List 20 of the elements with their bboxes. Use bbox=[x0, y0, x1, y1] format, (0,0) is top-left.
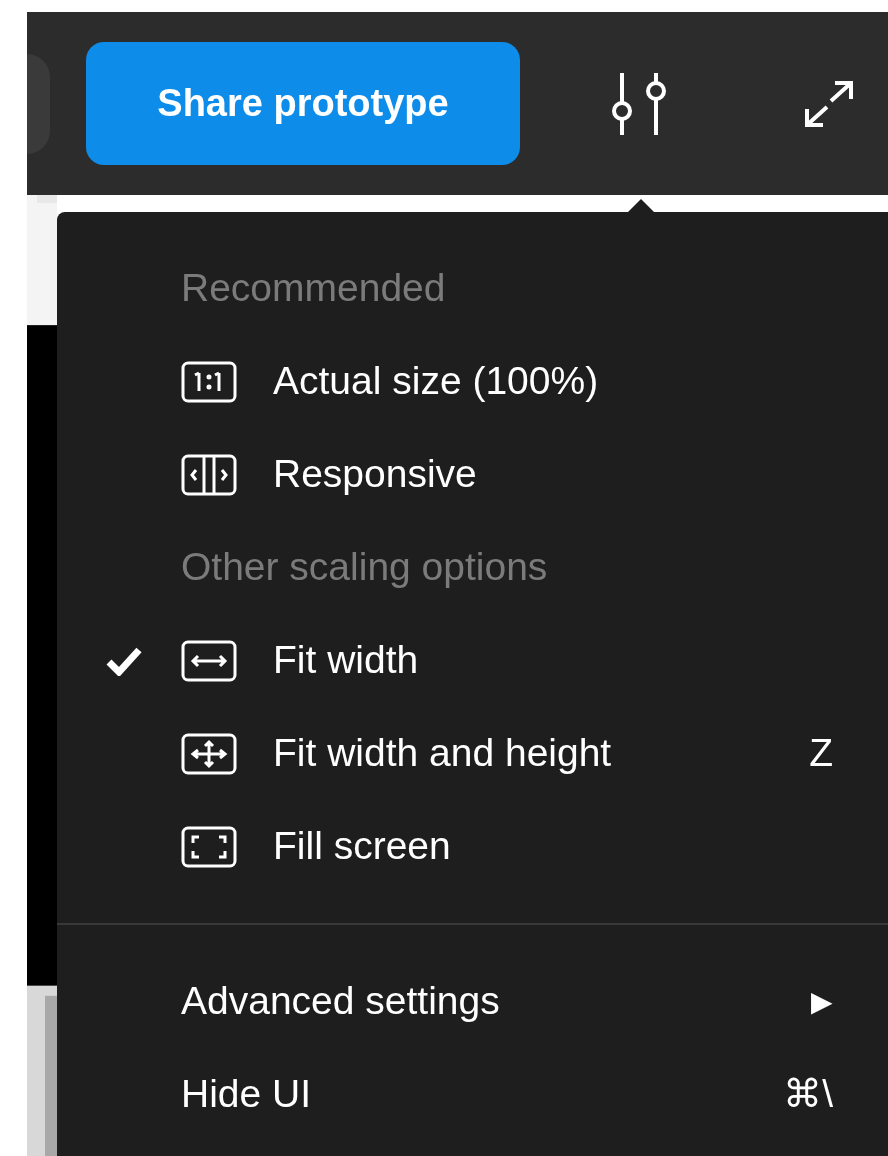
menu-item[interactable]: Actual size (100%) bbox=[273, 352, 599, 411]
horizontal-arrows-icon bbox=[181, 639, 237, 682]
menu-item[interactable]: Hide UI bbox=[181, 1065, 312, 1124]
expand-icon[interactable] bbox=[805, 80, 853, 127]
submenu-arrow: ▶ bbox=[811, 984, 833, 1019]
menu-item[interactable]: Fit width and height bbox=[273, 724, 612, 783]
shortcut-key: ⌘\ bbox=[783, 1065, 833, 1124]
shortcut-key: Z bbox=[809, 724, 833, 783]
section-heading: Other scaling options bbox=[181, 544, 548, 591]
corner-brackets-icon bbox=[181, 825, 237, 868]
one-to-one-icon bbox=[181, 360, 237, 403]
section-heading: Recommended bbox=[181, 265, 446, 312]
menu-item[interactable]: Fill screen bbox=[273, 817, 451, 876]
share-prototype-button[interactable]: Share prototype bbox=[86, 42, 520, 165]
menu-item[interactable]: Responsive bbox=[273, 445, 477, 504]
menu-item[interactable]: Fit width bbox=[273, 631, 419, 690]
split-columns-icon bbox=[181, 453, 237, 496]
sliders-icon[interactable] bbox=[612, 72, 668, 135]
four-way-arrows-icon bbox=[181, 732, 237, 775]
menu-item[interactable]: Advanced settings bbox=[181, 972, 500, 1031]
